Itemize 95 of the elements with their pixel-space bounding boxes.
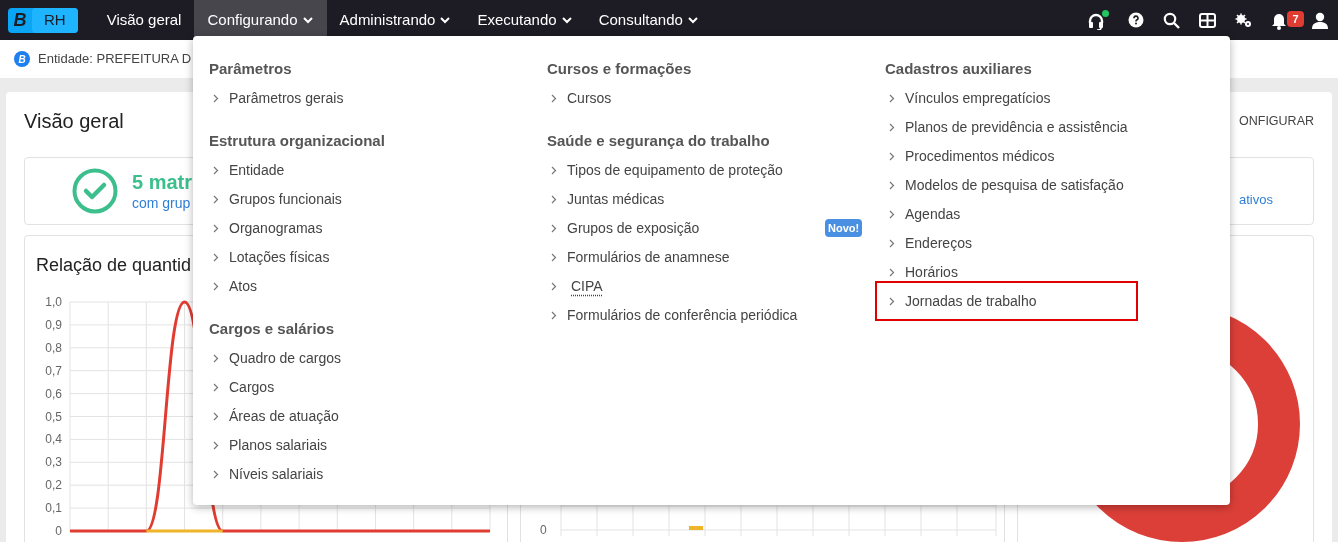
- menu-item[interactable]: Grupos funcionais: [209, 189, 547, 209]
- nav-menu[interactable]: Visão geral: [93, 0, 195, 40]
- y-tick-label: 0,4: [45, 432, 62, 447]
- chevron-icon: [213, 165, 219, 175]
- chevron-icon: [889, 296, 895, 306]
- chevron-icon: [889, 151, 895, 161]
- section-heading: Cursos e formações: [547, 59, 693, 78]
- section-heading: Cargos e salários: [209, 319, 336, 338]
- chart-title: Relação de quantid: [36, 254, 192, 277]
- menu-item[interactable]: Formulários de anamnese: [547, 247, 885, 267]
- chevron-icon: [213, 353, 219, 363]
- chevron-icon: [551, 223, 557, 233]
- chevron-icon: [213, 281, 219, 291]
- menu-item[interactable]: Lotações físicas: [209, 247, 547, 267]
- section-heading: Saúde e segurança do trabalho: [547, 131, 771, 150]
- section-heading: Cadastros auxiliares: [885, 59, 1033, 78]
- chevron-icon: [551, 252, 557, 262]
- menu-item[interactable]: CIPA: [547, 276, 885, 296]
- y-tick-label: 0,9: [45, 317, 62, 332]
- menu-item[interactable]: Atos: [209, 276, 547, 296]
- menu-item[interactable]: Quadro de cargos: [209, 348, 547, 368]
- gears-icon[interactable]: [1235, 11, 1252, 29]
- menu-item[interactable]: Endereços: [885, 233, 1215, 253]
- chevron-icon: [213, 382, 219, 392]
- y-tick-label: 0,8: [45, 340, 62, 355]
- menu-item[interactable]: Planos salariais: [209, 435, 547, 455]
- y-tick-label: 0,1: [45, 501, 62, 516]
- chevron-icon: [551, 194, 557, 204]
- grid-icon[interactable]: [1199, 11, 1216, 29]
- chevron-icon: [213, 223, 219, 233]
- y-tick-label: 0,6: [45, 386, 62, 401]
- y-tick-label: 0,3: [45, 455, 62, 470]
- section-heading: Estrutura organizacional: [209, 131, 386, 150]
- nav-menu[interactable]: Executando: [464, 0, 586, 40]
- page-title: Visão geral: [24, 109, 124, 134]
- user-icon[interactable]: [1312, 11, 1328, 29]
- chart-bar: [689, 526, 703, 530]
- nav-menu[interactable]: Administrando: [326, 0, 465, 40]
- y-tick-label: 0,7: [45, 363, 62, 378]
- menu-item[interactable]: Procedimentos médicos: [885, 146, 1215, 166]
- chevron-icon: [889, 122, 895, 132]
- notification-badge: 7: [1287, 11, 1304, 27]
- new-badge: Novo!: [825, 219, 863, 237]
- search-icon[interactable]: [1163, 11, 1180, 29]
- chevron-icon: [889, 267, 895, 277]
- menu-item[interactable]: Formulários de conferência periódica: [547, 305, 885, 325]
- chevron-icon: [213, 93, 219, 103]
- menu-item[interactable]: Níveis salariais: [209, 464, 547, 484]
- chevron-icon: [551, 310, 557, 320]
- chevron-icon: [213, 440, 219, 450]
- y-tick-label: 0: [55, 524, 62, 538]
- menu-item[interactable]: Cursos: [547, 88, 885, 108]
- menu-item[interactable]: Grupos de exposição Novo!: [547, 218, 885, 238]
- check-circle-icon: [72, 168, 118, 214]
- section-heading: Parâmetros: [209, 59, 293, 78]
- y-tick-label: 0: [540, 522, 547, 539]
- entity-label: Entidade: PREFEITURA D: [38, 50, 192, 69]
- summary-headline: 5 matr: [132, 169, 193, 195]
- chevron-icon: [889, 238, 895, 248]
- chevron-icon: [551, 281, 557, 291]
- app-logo[interactable]: B RH: [8, 7, 78, 33]
- chevron-icon: [213, 411, 219, 421]
- chevron-icon: [213, 469, 219, 479]
- menu-item[interactable]: Horários: [885, 262, 1215, 282]
- menu-item[interactable]: Modelos de pesquisa de satisfação: [885, 175, 1215, 195]
- menu-item[interactable]: Jornadas de trabalho: [885, 291, 1128, 311]
- help-icon[interactable]: [1128, 11, 1144, 29]
- summary-subtitle[interactable]: com grup: [132, 194, 193, 213]
- y-tick-label: 0,2: [45, 478, 62, 493]
- menu-item[interactable]: Juntas médicas: [547, 189, 885, 209]
- chevron-icon: [889, 209, 895, 219]
- chevron-icon: [551, 165, 557, 175]
- chevron-icon: [551, 93, 557, 103]
- menu-item[interactable]: Vínculos empregatícios: [885, 88, 1215, 108]
- entity-logo-icon: B: [14, 51, 30, 67]
- headset-icon[interactable]: [1087, 10, 1109, 30]
- menu-item[interactable]: Áreas de atuação: [209, 406, 547, 426]
- configure-link[interactable]: ONFIGURAR: [1239, 111, 1314, 131]
- y-tick-label: 0,5: [45, 409, 62, 424]
- menu-item[interactable]: Cargos: [209, 377, 547, 397]
- chevron-icon: [213, 252, 219, 262]
- menu-item[interactable]: Planos de previdência e assistência: [885, 117, 1215, 137]
- menu-item[interactable]: Parâmetros gerais: [209, 88, 547, 108]
- menu-item[interactable]: Agendas: [885, 204, 1215, 224]
- menu-item[interactable]: Organogramas: [209, 218, 547, 238]
- menu-item[interactable]: Entidade: [209, 160, 547, 180]
- chevron-icon: [889, 180, 895, 190]
- logo-letter: B: [12, 8, 28, 32]
- menu-item[interactable]: Tipos de equipamento de proteção: [547, 160, 885, 180]
- chevron-icon: [889, 93, 895, 103]
- nav-menu[interactable]: Consultando: [585, 0, 712, 40]
- summary-link[interactable]: ativos: [1239, 189, 1273, 210]
- y-tick-label: 1,0: [45, 295, 62, 309]
- app-name: RH: [32, 7, 78, 33]
- chevron-icon: [213, 194, 219, 204]
